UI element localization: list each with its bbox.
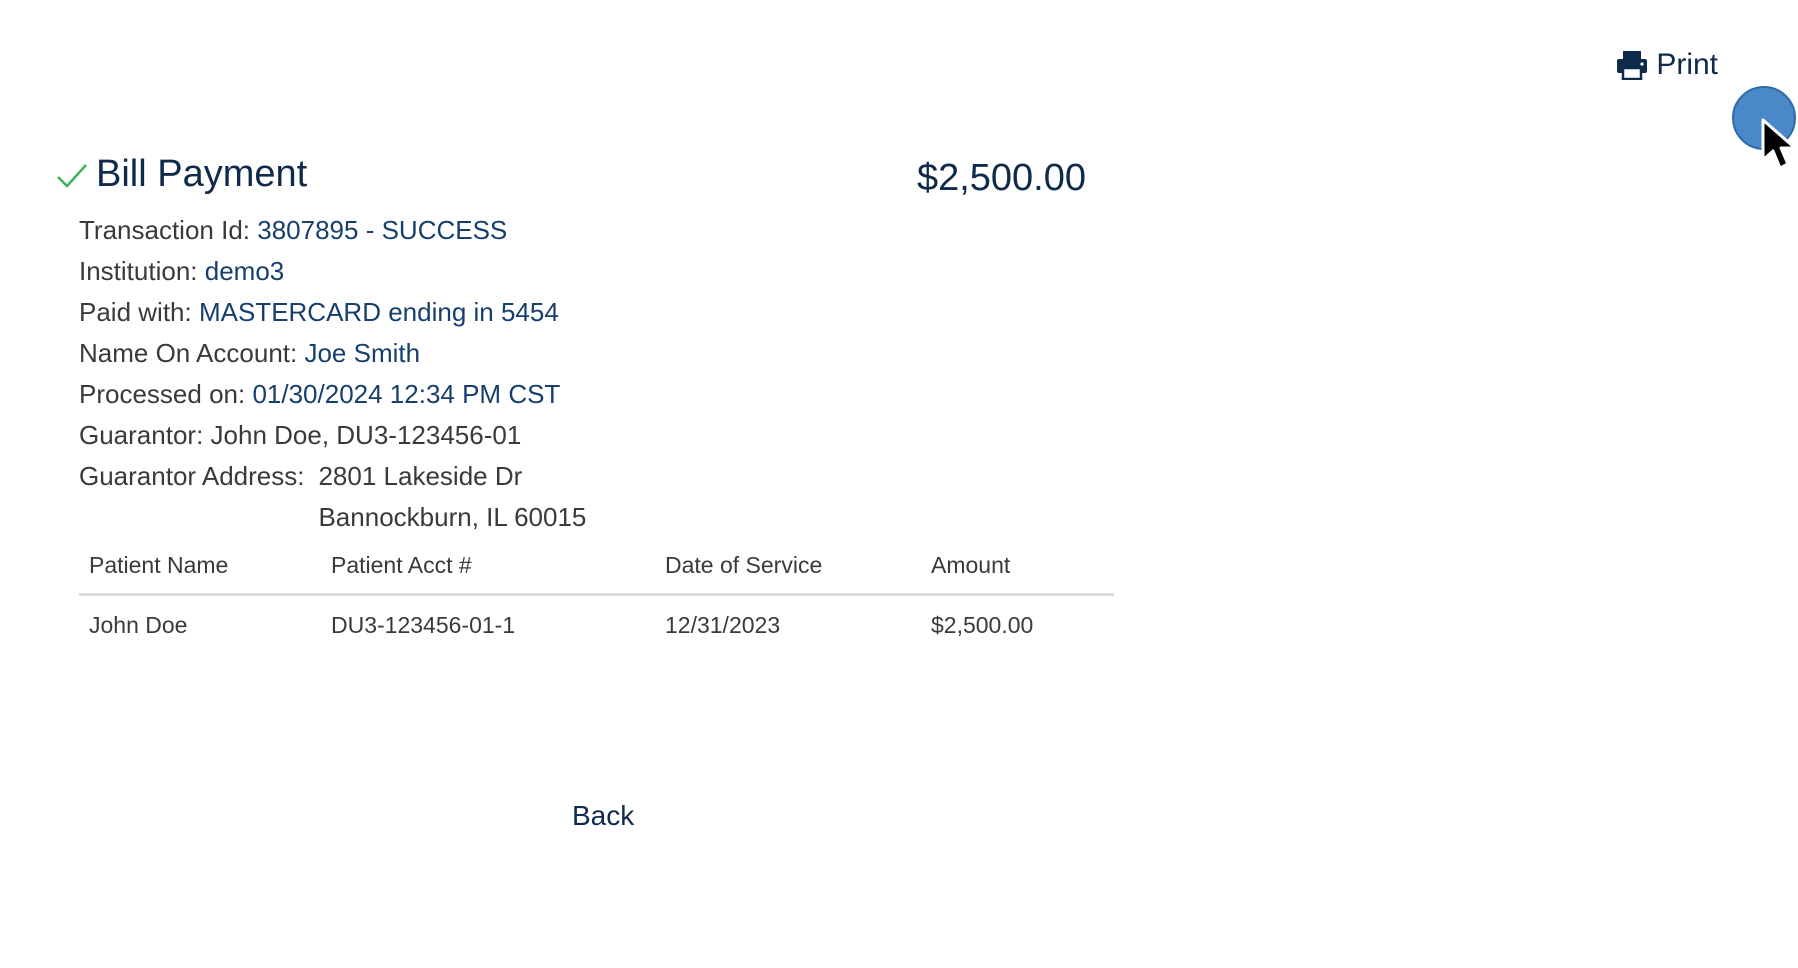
paid-with-value: MASTERCARD ending in 5454 — [198, 297, 559, 327]
guarantor-value: John Doe, DU3-123456-01 — [210, 420, 522, 450]
processed-on-value: 01/30/2024 12:34 PM CST — [252, 379, 561, 409]
receipt-amount: $2,500.00 — [916, 157, 1086, 199]
column-header-date-of-service: Date of Service — [655, 546, 921, 596]
print-button[interactable]: Print — [1616, 48, 1718, 82]
transaction-id-row: Transaction Id: 3807895 - SUCCESS — [79, 210, 586, 251]
transaction-id-value: 3807895 - SUCCESS — [257, 215, 508, 245]
guarantor-label: Guarantor: — [79, 420, 204, 450]
receipt-page: Print Bill Payment $2,500.00 Transaction… — [0, 0, 1798, 968]
mouse-pointer-icon — [1760, 118, 1798, 179]
back-button[interactable]: Back — [572, 800, 634, 832]
name-on-account-value: Joe Smith — [304, 338, 421, 368]
name-on-account-row: Name On Account: Joe Smith — [79, 333, 586, 374]
guarantor-address-line2: Bannockburn, IL 60015 — [318, 502, 587, 532]
column-header-amount: Amount — [921, 546, 1114, 596]
transaction-id-label: Transaction Id: — [79, 215, 251, 245]
guarantor-address-label: Guarantor Address: — [79, 461, 305, 491]
name-on-account-label: Name On Account: — [79, 338, 298, 368]
institution-label: Institution: — [79, 256, 198, 286]
institution-row: Institution: demo3 — [79, 251, 586, 292]
paid-with-label: Paid with: — [79, 297, 192, 327]
processed-on-row: Processed on: 01/30/2024 12:34 PM CST — [79, 374, 586, 415]
guarantor-address-line1: 2801 Lakeside Dr — [318, 461, 523, 491]
column-header-patient-acct: Patient Acct # — [321, 546, 655, 596]
receipt-header: Bill Payment $2,500.00 — [56, 150, 1086, 206]
receipt-title: Bill Payment — [96, 153, 308, 195]
table-row: John Doe DU3-123456-01-1 12/31/2023 $2,5… — [79, 595, 1114, 650]
processed-on-label: Processed on: — [79, 379, 246, 409]
cell-patient-acct: DU3-123456-01-1 — [331, 612, 516, 638]
print-label: Print — [1656, 48, 1718, 81]
column-header-patient-name: Patient Name — [79, 546, 321, 596]
guarantor-address-row: Guarantor Address: 2801 Lakeside Dr Bann… — [79, 456, 586, 538]
cell-date-of-service: 12/31/2023 — [665, 612, 781, 638]
patient-table: Patient Name Patient Acct # Date of Serv… — [79, 546, 1114, 649]
transaction-details: Transaction Id: 3807895 - SUCCESS Instit… — [79, 210, 586, 538]
table-header-row: Patient Name Patient Acct # Date of Serv… — [79, 546, 1114, 596]
cell-amount: $2,500.00 — [931, 612, 1034, 638]
cell-patient-name: John Doe — [89, 612, 188, 638]
guarantor-row: Guarantor: John Doe, DU3-123456-01 — [79, 415, 586, 456]
paid-with-row: Paid with: MASTERCARD ending in 5454 — [79, 292, 586, 333]
printer-icon — [1616, 50, 1648, 80]
check-icon — [56, 162, 88, 195]
institution-value: demo3 — [204, 256, 285, 286]
guarantor-address: 2801 Lakeside Dr Bannockburn, IL 60015 — [318, 456, 586, 538]
